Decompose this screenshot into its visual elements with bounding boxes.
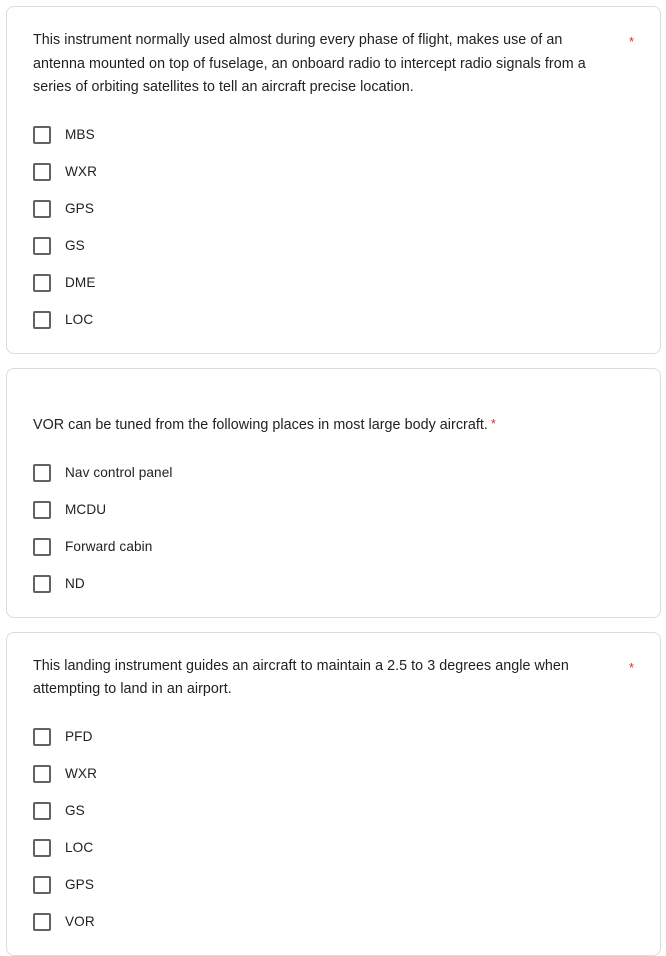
checkbox-icon[interactable] <box>33 875 51 894</box>
checkbox-icon[interactable] <box>33 125 51 144</box>
checkbox-option[interactable]: GPS <box>33 872 636 898</box>
checkbox-option-label: WXR <box>65 163 98 179</box>
checkbox-icon[interactable] <box>33 500 51 519</box>
checkbox-option-label: MCDU <box>65 501 107 517</box>
checkbox-option[interactable]: Nav control panel <box>33 460 636 486</box>
checkbox-icon[interactable] <box>33 162 51 181</box>
question-card: This instrument normally used almost dur… <box>6 6 661 354</box>
checkbox-icon[interactable] <box>33 537 51 556</box>
checkbox-icon[interactable] <box>33 273 51 292</box>
checkbox-option[interactable]: MBS <box>33 122 636 148</box>
question-title: This instrument normally used almost dur… <box>33 32 586 95</box>
checkbox-option[interactable]: GPS <box>33 196 636 222</box>
checkbox-option-label: ND <box>65 575 85 591</box>
checkbox-option-label: Nav control panel <box>65 464 173 480</box>
checkbox-icon[interactable] <box>33 463 51 482</box>
checkbox-option[interactable]: GS <box>33 798 636 824</box>
checkbox-icon[interactable] <box>33 236 51 255</box>
question-title: VOR can be tuned from the following plac… <box>33 391 496 438</box>
checkbox-icon[interactable] <box>33 199 51 218</box>
checkbox-option[interactable]: WXR <box>33 761 636 787</box>
question-header: This landing instrument guides an aircra… <box>33 655 636 702</box>
checkbox-icon[interactable] <box>33 912 51 931</box>
checkbox-option[interactable]: LOC <box>33 307 636 333</box>
checkbox-option[interactable]: LOC <box>33 835 636 861</box>
required-asterisk: * <box>490 416 497 431</box>
checkbox-icon[interactable] <box>33 801 51 820</box>
checkbox-icon[interactable] <box>33 727 51 746</box>
checkbox-option-label: VOR <box>65 913 95 929</box>
checkbox-option-label: Forward cabin <box>65 538 153 554</box>
checkbox-options-list: PFD WXR GS LOC GPS VOR <box>33 724 636 935</box>
checkbox-icon[interactable] <box>33 310 51 329</box>
checkbox-option-label: MBS <box>65 126 95 142</box>
checkbox-option-label: GPS <box>65 200 95 216</box>
checkbox-option-label: GPS <box>65 876 95 892</box>
checkbox-option[interactable]: MCDU <box>33 497 636 523</box>
required-asterisk: * <box>628 34 634 49</box>
question-card: This landing instrument guides an aircra… <box>6 631 661 956</box>
checkbox-option[interactable]: ND <box>33 571 636 597</box>
checkbox-option-label: WXR <box>65 765 98 781</box>
question-card: VOR can be tuned from the following plac… <box>6 367 661 618</box>
checkbox-icon[interactable] <box>33 764 51 783</box>
question-title: This landing instrument guides an aircra… <box>33 657 569 698</box>
checkbox-option-label: LOC <box>65 839 94 855</box>
question-title-text: VOR can be tuned from the following plac… <box>33 417 488 433</box>
checkbox-options-list: Nav control panel MCDU Forward cabin ND <box>33 460 636 597</box>
checkbox-option[interactable]: GS <box>33 233 636 259</box>
question-header: VOR can be tuned from the following plac… <box>33 391 636 438</box>
checkbox-option-label: LOC <box>65 311 94 327</box>
checkbox-option-label: DME <box>65 274 96 290</box>
checkbox-option[interactable]: Forward cabin <box>33 534 636 560</box>
checkbox-option-label: PFD <box>65 728 93 744</box>
checkbox-option-label: GS <box>65 802 85 818</box>
checkbox-option[interactable]: DME <box>33 270 636 296</box>
checkbox-icon[interactable] <box>33 574 51 593</box>
checkbox-option[interactable]: PFD <box>33 724 636 750</box>
checkbox-option[interactable]: VOR <box>33 909 636 935</box>
required-asterisk: * <box>628 659 634 675</box>
quiz-form: This instrument normally used almost dur… <box>0 0 666 956</box>
question-header: This instrument normally used almost dur… <box>33 29 636 100</box>
checkbox-option[interactable]: WXR <box>33 159 636 185</box>
checkbox-icon[interactable] <box>33 838 51 857</box>
checkbox-option-label: GS <box>65 237 85 253</box>
checkbox-options-list: MBS WXR GPS GS DME LOC <box>33 122 636 333</box>
